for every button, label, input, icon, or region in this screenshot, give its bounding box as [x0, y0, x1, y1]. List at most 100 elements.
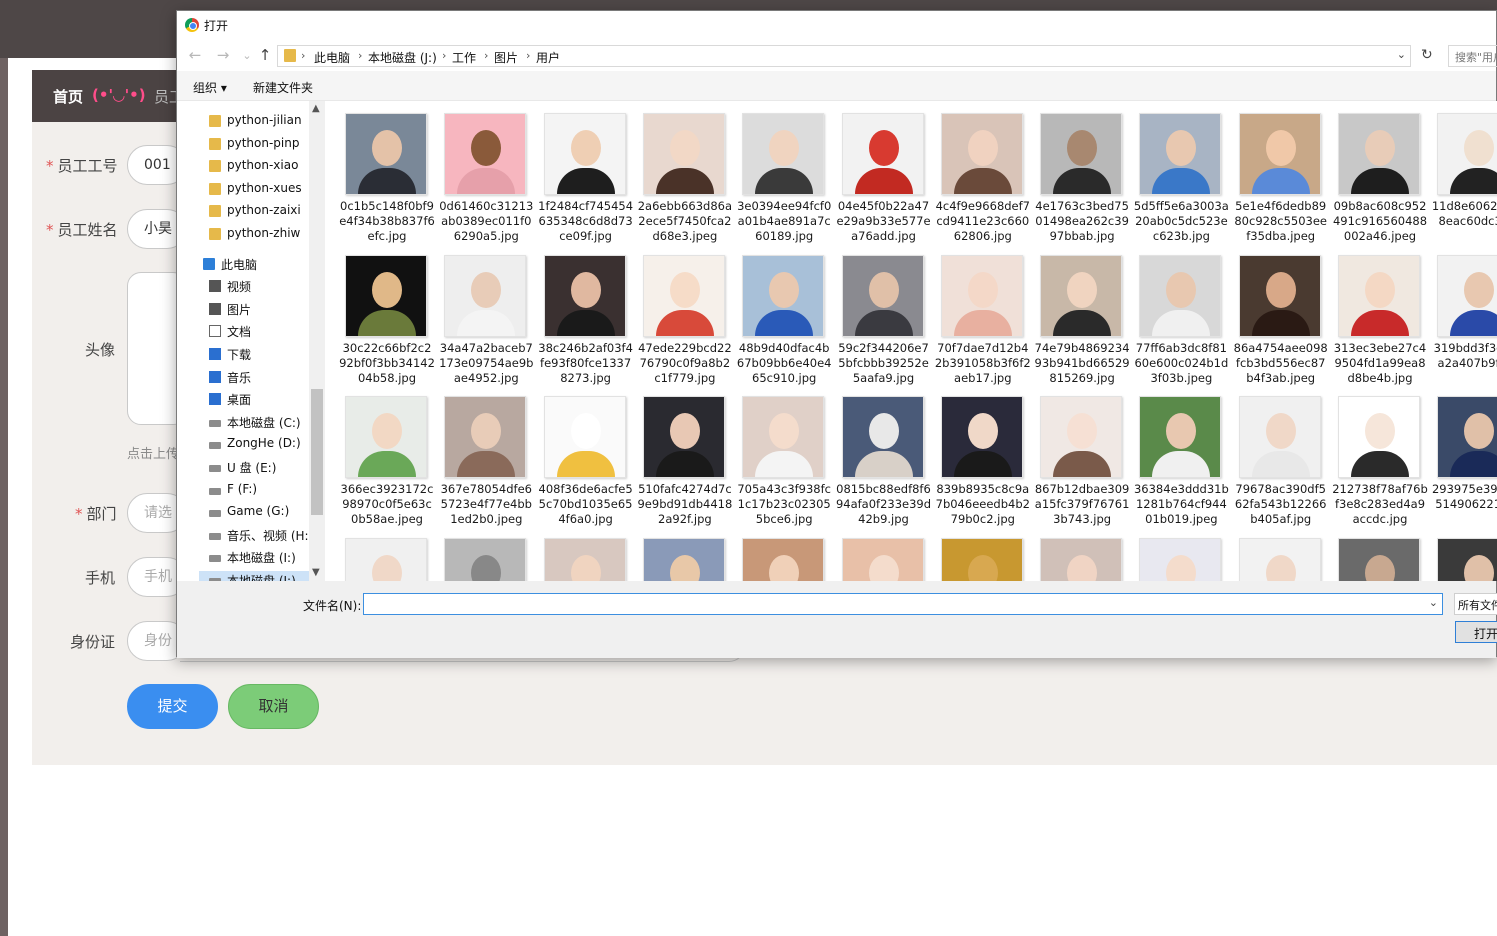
file-item[interactable]: 5d5ff5e6a3003a20ab0c5dc523ec623b.jpg — [1125, 101, 1229, 243]
breadcrumb-users[interactable]: 用户 — [536, 49, 560, 66]
breadcrumb-drive-j[interactable]: 本地磁盘 (J:) — [368, 49, 437, 66]
file-item[interactable]: 510fafc4274d7c9e9bd91db44182a92f.jpg — [629, 384, 732, 526]
file-item[interactable] — [1026, 526, 1123, 581]
file-item[interactable]: 36384e3ddd31b1281b764cf94401b019.jpeg — [1125, 384, 1229, 526]
nav-scrollbar[interactable]: ▲ ▼ — [309, 101, 325, 581]
nav-library-item[interactable]: 视频 — [209, 278, 325, 298]
nav-drive-item[interactable]: 本地磁盘 (C:) — [209, 414, 325, 434]
file-item[interactable] — [1423, 526, 1497, 581]
file-item[interactable]: 1f2484cf745454635348c6d8d73ce09f.jpg — [530, 101, 633, 243]
file-item[interactable]: 59c2f344206e75bfcbbb39252e5aafa9.jpg — [828, 243, 929, 385]
back-arrow-icon[interactable]: ← — [185, 46, 205, 64]
cancel-button[interactable]: 取消 — [228, 684, 319, 729]
file-item[interactable]: 48b9d40dfac4b67b09bb6e40e465c910.jpg — [728, 243, 831, 385]
file-item[interactable]: 04e45f0b22a47e29a9b33e577ea76add.jpg — [828, 101, 931, 243]
nav-drive-item[interactable]: ZongHe (D:) — [209, 436, 325, 456]
nav-library-item[interactable]: 图片 — [209, 301, 325, 321]
file-item[interactable]: 11d8e606236628eac60dc309. — [1423, 101, 1497, 242]
file-item[interactable]: 313ec3ebe27c49504fd1a99ea8d8be4b.jpg — [1324, 243, 1426, 385]
file-item[interactable]: 4e1763c3bed7501498ea262c3997bbab.jpg — [1026, 101, 1129, 243]
file-item[interactable] — [530, 526, 626, 581]
submit-button[interactable]: 提交 — [127, 684, 218, 729]
nav-drive-item[interactable]: 本地磁盘 (J:) — [209, 572, 325, 581]
file-item[interactable]: 2a6ebb663d86a2ece5f7450fca2d68e3.jpeg — [629, 101, 732, 243]
file-item[interactable]: 86a4754aee098fcb3bd556ec87b4f3ab.jpeg — [1225, 243, 1328, 385]
nav-drive-item[interactable]: U 盘 (E:) — [209, 459, 325, 479]
nav-quick-access-item[interactable]: python-zaixi📌 — [209, 203, 325, 223]
new-folder-button[interactable]: 新建文件夹 — [253, 79, 313, 96]
file-item[interactable]: 09b8ac608c952491c916560488002a46.jpeg — [1324, 101, 1427, 243]
breadcrumb-pictures[interactable]: 图片 — [494, 49, 518, 66]
file-item[interactable]: 319bdd3f3e7dea2a407b9f77.j — [1423, 243, 1497, 384]
file-item[interactable]: 0d61460c31213ab0389ec011f06290a5.jpg — [430, 101, 533, 243]
nav-drive-item[interactable]: F (F:) — [209, 482, 325, 502]
file-item[interactable]: 4c4f9e9668def7cd9411e23c66062806.jpg — [927, 101, 1030, 243]
filename-input[interactable]: ⌄ — [363, 593, 1443, 615]
emp-no-label: * 员工工号 — [46, 157, 118, 175]
nav-item-label: 本地磁盘 (C:) — [227, 415, 301, 430]
nav-library-item[interactable]: 音乐 — [209, 369, 325, 389]
file-item[interactable]: 367e78054dfe65723e4f77e4bb1ed2b0.jpeg — [430, 384, 532, 526]
file-item[interactable]: 366ec3923172c98970c0f5e63c0b58ae.jpeg — [331, 384, 433, 526]
file-item[interactable]: 0815bc88edf8f694afa0f233e39d42b9.jpg — [828, 384, 931, 526]
nav-quick-access-item[interactable]: python-jilian📌 — [209, 113, 325, 133]
nav-quick-access-item[interactable]: python-xiao📌 — [209, 158, 325, 178]
nav-drive-item[interactable]: Game (G:) — [209, 504, 325, 524]
file-item[interactable]: 705a43c3f938fc1c17b23c023055bce6.jpg — [728, 384, 831, 526]
chevron-down-icon[interactable]: ⌄ — [1429, 596, 1438, 609]
nav-emoticon: (•'◡'•) — [92, 86, 146, 104]
nav-this-pc[interactable]: 此电脑 — [203, 256, 323, 276]
file-item[interactable] — [728, 526, 825, 581]
breadcrumb-work[interactable]: 工作 — [452, 49, 476, 66]
organize-button[interactable]: 组织 ▾ — [193, 79, 227, 96]
file-item[interactable]: 70f7dae7d12b42b391058b3f6f2aeb17.jpg — [927, 243, 1031, 385]
nav-library-item[interactable]: 桌面 — [209, 391, 325, 411]
file-item[interactable]: 5e1e4f6dedb8980c928c5503eef35dba.jpeg — [1225, 101, 1327, 243]
file-item[interactable] — [1125, 526, 1222, 581]
nav-quick-access-item[interactable]: python-zhiw📌 — [209, 226, 325, 246]
recent-locations-icon[interactable]: ⌄ — [237, 49, 257, 62]
nav-drive-item[interactable]: 音乐、视频 (H:) — [209, 527, 325, 547]
file-item[interactable]: 3e0394ee94fcf0a01b4ae891a7c60189.jpg — [728, 101, 831, 243]
file-item[interactable] — [430, 526, 527, 581]
dialog-titlebar[interactable]: 打开 — [177, 11, 1496, 39]
file-item[interactable]: 38c246b2af03f4fe93f80fce13378273.jpg — [530, 243, 633, 385]
file-type-filter[interactable]: 所有文件 — [1454, 593, 1497, 615]
search-input[interactable]: 搜索"用户" — [1448, 45, 1497, 67]
file-item[interactable] — [331, 526, 427, 581]
file-item[interactable]: 79678ac390df562fa543b12266b405af.jpg — [1225, 384, 1326, 526]
file-item[interactable]: 212738f78af76bf3e8c283ed4a9accdc.jpg — [1324, 384, 1428, 526]
file-item[interactable]: 47ede229bcd2276790c0f9a8b2c1f779.jpg — [629, 243, 732, 385]
file-item[interactable]: 0c1b5c148f0bf9e4f34b38b837f6efc.jpg — [331, 101, 435, 243]
file-item[interactable] — [1225, 526, 1321, 581]
up-arrow-icon[interactable]: ↑ — [255, 46, 275, 64]
scroll-up-icon[interactable]: ▲ — [312, 103, 320, 114]
file-item[interactable]: 867b12dbae309a15fc379f767613b743.jpg — [1026, 384, 1129, 526]
scrollbar-thumb[interactable] — [311, 389, 323, 515]
file-item[interactable] — [828, 526, 924, 581]
breadcrumb-this-pc[interactable]: 此电脑 — [314, 49, 350, 66]
file-item[interactable] — [629, 526, 725, 581]
forward-arrow-icon[interactable]: → — [213, 46, 233, 64]
nav-drive-item[interactable]: 本地磁盘 (I:) — [209, 549, 325, 569]
scroll-down-icon[interactable]: ▼ — [312, 567, 320, 578]
file-item[interactable]: 74e79b486923493b941bd66529815269.jpg — [1026, 243, 1130, 385]
file-item[interactable]: 839b8935c8c9a7b046eeedb4b279b0c2.jpg — [927, 384, 1030, 526]
file-item[interactable]: 34a47a2baceb7173e09754ae9bae4952.jpg — [430, 243, 533, 385]
image-thumbnail — [1338, 396, 1420, 478]
chevron-down-icon[interactable]: ⌄ — [1397, 48, 1406, 61]
file-item[interactable] — [927, 526, 1023, 581]
file-item[interactable]: 30c22c66bf2c292bf0f3bb3414204b58.jpg — [331, 243, 435, 385]
nav-quick-access-item[interactable]: python-xues📌 — [209, 181, 325, 201]
nav-library-item[interactable]: 文档 — [209, 323, 325, 343]
file-item[interactable]: 77ff6ab3dc8f8160e600c024b1d3f03b.jpeg — [1125, 243, 1228, 385]
nav-home-link[interactable]: 首页 — [53, 86, 83, 107]
open-button[interactable]: 打开 — [1455, 621, 1497, 643]
address-bar[interactable]: › 此电脑 › 本地磁盘 (J:) › 工作 › 图片 › 用户 ⌄ — [277, 45, 1411, 67]
nav-library-item[interactable]: 下载 — [209, 346, 325, 366]
file-item[interactable] — [1324, 526, 1420, 581]
refresh-icon[interactable]: ↻ — [1421, 47, 1433, 63]
nav-quick-access-item[interactable]: python-pinp📌 — [209, 136, 325, 156]
file-item[interactable]: 408f36de6acfe55c70bd1035e654f6a0.jpg — [530, 384, 633, 526]
file-item[interactable]: 293975e39045e5149062214f0. — [1423, 384, 1497, 525]
